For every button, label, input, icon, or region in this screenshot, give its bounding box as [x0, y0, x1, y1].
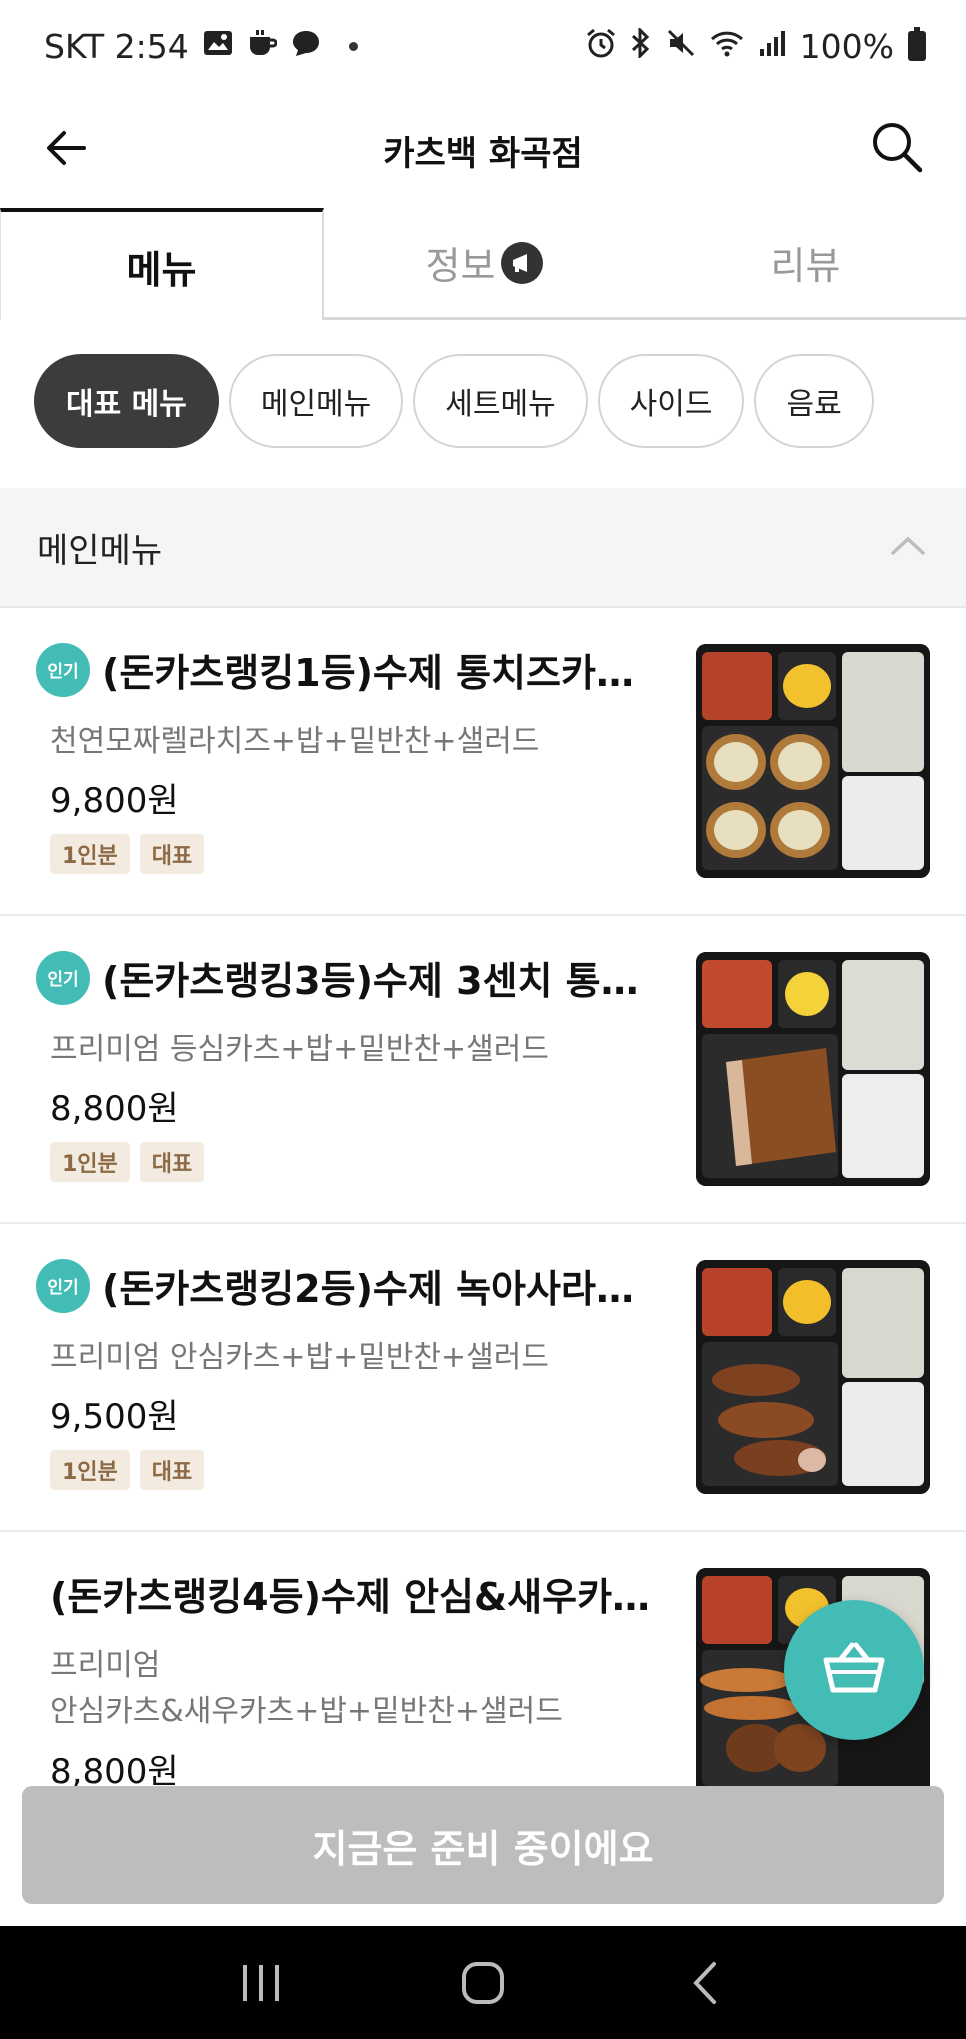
popular-badge: 인기	[36, 950, 90, 1005]
carrier-time: SKT 2:54	[44, 26, 189, 66]
search-icon[interactable]	[868, 118, 926, 176]
chip-representative-menu[interactable]: 대표 메뉴	[34, 354, 219, 448]
menu-item-name: (돈카츠랭킹1등)수제 통치즈카츠…	[102, 651, 666, 695]
chat-notification-icon	[291, 29, 321, 63]
menu-item-photo	[696, 644, 930, 878]
chip-set-menu[interactable]: 세트메뉴	[413, 354, 588, 448]
bluetooth-icon	[630, 26, 652, 64]
menu-item-description: 프리미엄 안심카츠+밥+밑반찬+샐러드	[50, 1340, 549, 1375]
serving-tag: 1인분	[50, 834, 130, 874]
signal-icon	[758, 29, 786, 63]
menu-item-tags: 1인분 대표	[50, 1450, 205, 1490]
menu-item-description-line2: 안심카츠&새우카츠+밥+밑반찬+샐러드	[50, 1694, 563, 1729]
menu-item-tags: 1인분 대표	[50, 834, 205, 874]
page-title: 카츠백 화곡점	[383, 133, 583, 174]
popular-badge: 인기	[36, 642, 90, 697]
alarm-icon	[586, 28, 616, 64]
more-notifications-dot	[348, 41, 358, 51]
menu-item[interactable]: 인기 (돈카츠랭킹2등)수제 녹아사라지… 프리미엄 안심카츠+밥+밑반찬+샐러…	[0, 1224, 966, 1532]
mute-icon	[666, 28, 696, 64]
serving-tag: 1인분	[50, 1450, 130, 1490]
menu-item-name: (돈카츠랭킹2등)수제 녹아사라지…	[102, 1267, 666, 1311]
cart-fab-button[interactable]	[784, 1600, 924, 1740]
representative-tag: 대표	[139, 1142, 205, 1182]
menu-item-description: 프리미엄 등심카츠+밥+밑반찬+샐러드	[50, 1032, 549, 1067]
representative-tag: 대표	[139, 834, 205, 874]
battery-icon	[908, 27, 926, 61]
coffee-notification-icon	[247, 29, 278, 63]
menu-item-price: 8,800원	[50, 1089, 179, 1129]
menu-item-name-row: (돈카츠랭킹4등)수제 안심&새우카츠…	[50, 1566, 680, 1621]
system-back-icon[interactable]	[675, 1953, 735, 2013]
serving-tag: 1인분	[50, 1142, 130, 1182]
tab-menu[interactable]: 메뉴	[0, 208, 324, 320]
system-nav-bar	[0, 1926, 966, 2039]
recent-apps-icon[interactable]	[231, 1953, 291, 2013]
menu-item-description-line1: 프리미엄	[50, 1648, 161, 1683]
status-left: SKT 2:54	[44, 27, 358, 66]
tab-bar: 메뉴 정보 리뷰	[0, 208, 966, 320]
menu-item-description: 천연모짜렐라치즈+밥+밑반찬+샐러드	[50, 724, 540, 759]
image-notification-icon	[203, 30, 233, 62]
menu-item-name: (돈카츠랭킹4등)수제 안심&새우카츠…	[50, 1575, 680, 1619]
section-title: 메인메뉴	[37, 530, 163, 571]
menu-item-price: 9,500원	[50, 1397, 179, 1437]
chip-drinks[interactable]: 음료	[754, 354, 874, 448]
tab-info-label: 정보	[425, 244, 496, 288]
basket-icon	[822, 1640, 886, 1700]
home-icon[interactable]	[453, 1953, 513, 2013]
menu-item-price: 9,800원	[50, 781, 179, 821]
bottom-spacer	[0, 1904, 966, 1926]
chip-main-menu[interactable]: 메인메뉴	[228, 354, 404, 448]
tab-review-label: 리뷰	[770, 244, 841, 288]
menu-item[interactable]: 인기 (돈카츠랭킹1등)수제 통치즈카츠… 천연모짜렐라치즈+밥+밑반찬+샐러드…	[0, 608, 966, 916]
tab-menu-label: 메뉴	[126, 247, 197, 292]
menu-item-photo	[696, 1260, 930, 1494]
menu-item-tags: 1인분 대표	[50, 1142, 205, 1182]
tab-info[interactable]: 정보	[324, 208, 645, 320]
menu-item[interactable]: 인기 (돈카츠랭킹3등)수제 3센치 통등… 프리미엄 등심카츠+밥+밑반찬+샐…	[0, 916, 966, 1224]
battery-percent: 100%	[799, 26, 894, 66]
menu-item-name: (돈카츠랭킹3등)수제 3센치 통등…	[102, 959, 666, 1003]
megaphone-icon	[501, 241, 544, 284]
app-header: 카츠백 화곡점	[0, 92, 966, 208]
wifi-icon	[710, 29, 744, 63]
menu-item-name-row: 인기 (돈카츠랭킹2등)수제 녹아사라지…	[36, 1258, 666, 1313]
category-chips: 대표 메뉴 메인메뉴 세트메뉴 사이드 음료	[34, 354, 874, 448]
section-header[interactable]: 메인메뉴	[0, 488, 966, 608]
popular-badge: 인기	[36, 1258, 90, 1313]
status-bar: SKT 2:54 100%	[0, 0, 966, 92]
menu-item-name-row: 인기 (돈카츠랭킹3등)수제 3센치 통등…	[36, 950, 666, 1005]
tab-review[interactable]: 리뷰	[645, 208, 966, 320]
status-right: 100%	[586, 26, 926, 66]
menu-item-name-row: 인기 (돈카츠랭킹1등)수제 통치즈카츠…	[36, 642, 666, 697]
back-arrow-icon[interactable]	[40, 120, 96, 176]
preparing-button[interactable]: 지금은 준비 중이에요	[22, 1786, 944, 1904]
chevron-up-icon[interactable]	[890, 534, 926, 560]
menu-item-photo	[696, 952, 930, 1186]
chip-side[interactable]: 사이드	[597, 354, 745, 448]
representative-tag: 대표	[139, 1450, 205, 1490]
